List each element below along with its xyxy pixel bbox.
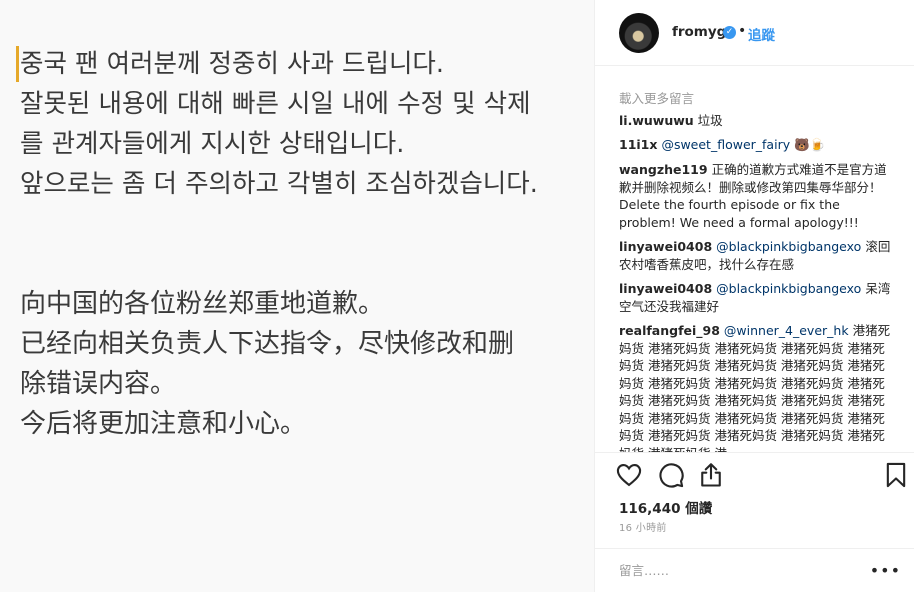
verified-badge-icon: ✓ bbox=[723, 26, 736, 39]
korean-line: 를 관계자들에게 지시한 상태입니다. bbox=[20, 129, 405, 159]
more-options-icon[interactable]: ••• bbox=[870, 561, 901, 580]
post-actions: 116,440 個讚 16 小時前 bbox=[595, 452, 914, 556]
comment-username[interactable]: wangzhe119 bbox=[619, 162, 708, 177]
comment-username[interactable]: realfangfei_98 bbox=[619, 323, 720, 338]
post-image: 중국 팬 여러분께 정중히 사과 드립니다. 잘못된 내용에 대해 빠른 시일 … bbox=[0, 0, 594, 592]
comment-text: 垃圾 bbox=[697, 113, 723, 128]
likes-count[interactable]: 116,440 個讚 bbox=[619, 497, 712, 517]
post-sidebar: fromyg ✓ • 追蹤 載入更多留言 li.wuwuwu 垃圾 11i1x … bbox=[594, 0, 914, 592]
chinese-line: 除错误内容。 bbox=[20, 369, 177, 399]
post-header: fromyg ✓ • 追蹤 bbox=[595, 0, 914, 66]
text-cursor bbox=[16, 46, 19, 82]
comment-mention[interactable]: @winner_4_ever_hk bbox=[724, 323, 849, 338]
korean-line: 중국 팬 여러분께 정중히 사과 드립니다. bbox=[20, 49, 444, 79]
heart-icon[interactable] bbox=[615, 461, 643, 489]
chinese-apology-text: 向中国的各位粉丝郑重地道歉。 已经向相关负责人下达指令，尽快修改和删 除错误内容… bbox=[20, 284, 514, 444]
bookmark-icon[interactable] bbox=[882, 461, 910, 489]
comment-bubble-icon[interactable] bbox=[657, 461, 685, 489]
share-icon[interactable] bbox=[697, 461, 725, 489]
comment: li.wuwuwu 垃圾 bbox=[619, 112, 895, 130]
add-comment-input[interactable] bbox=[617, 557, 851, 583]
avatar[interactable] bbox=[619, 13, 659, 53]
korean-apology-text: 중국 팬 여러분께 정중히 사과 드립니다. 잘못된 내용에 대해 빠른 시일 … bbox=[20, 44, 538, 204]
comment-username[interactable]: li.wuwuwu bbox=[619, 113, 694, 128]
comments-list[interactable]: 載入更多留言 li.wuwuwu 垃圾 11i1x @sweet_flower_… bbox=[595, 66, 914, 452]
comment: 11i1x @sweet_flower_fairy 🐻🍺 bbox=[619, 136, 895, 154]
comment: linyawei0408 @blackpinkbigbangexo 呆湾空气还没… bbox=[619, 280, 895, 315]
chinese-line: 向中国的各位粉丝郑重地道歉。 bbox=[20, 289, 385, 319]
load-more-comments-button[interactable]: 載入更多留言 bbox=[619, 88, 694, 107]
comment: realfangfei_98 @winner_4_ever_hk 港猪死妈货 港… bbox=[619, 322, 895, 452]
comment: linyawei0408 @blackpinkbigbangexo 滚回农村嗜香… bbox=[619, 238, 895, 273]
comment-mention[interactable]: @blackpinkbigbangexo bbox=[716, 239, 861, 254]
comment-username[interactable]: linyawei0408 bbox=[619, 281, 712, 296]
comment-text: 🐻🍺 bbox=[794, 137, 826, 152]
username-link[interactable]: fromyg bbox=[672, 24, 726, 40]
comment-username[interactable]: linyawei0408 bbox=[619, 239, 712, 254]
comment-mention[interactable]: @blackpinkbigbangexo bbox=[716, 281, 861, 296]
comment-text: 港猪死妈货 港猪死妈货 港猪死妈货 港猪死妈货 港猪死妈货 港猪死妈货 港猪死妈… bbox=[619, 323, 891, 452]
post-timestamp[interactable]: 16 小時前 bbox=[619, 519, 667, 534]
follow-button[interactable]: 追蹤 bbox=[748, 24, 775, 44]
add-comment-bar: ••• bbox=[595, 548, 914, 592]
comment-username[interactable]: 11i1x bbox=[619, 137, 657, 152]
korean-line: 잘못된 내용에 대해 빠른 시일 내에 수정 및 삭제 bbox=[20, 89, 531, 119]
separator-dot: • bbox=[738, 23, 747, 39]
comment-mention[interactable]: @sweet_flower_fairy bbox=[661, 137, 790, 152]
korean-line: 앞으로는 좀 더 주의하고 각별히 조심하겠습니다. bbox=[20, 169, 538, 199]
comment: wangzhe119 正确的道歉方式难道不是官方道歉并删除视频么！删除或修改第四… bbox=[619, 161, 895, 231]
chinese-line: 已经向相关负责人下达指令，尽快修改和删 bbox=[20, 329, 515, 359]
chinese-line: 今后将更加注意和小心。 bbox=[20, 409, 307, 439]
